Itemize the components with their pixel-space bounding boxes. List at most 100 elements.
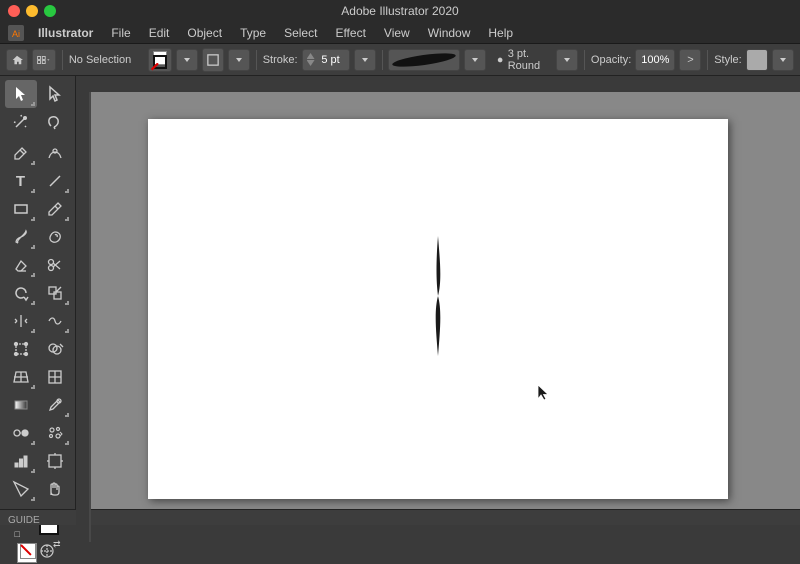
type-icon: T (16, 173, 25, 190)
menu-type[interactable]: Type (232, 24, 274, 42)
selection-tool[interactable] (5, 80, 37, 108)
blend-arrow (31, 441, 35, 445)
stroke-color-selector[interactable] (148, 48, 172, 72)
direct-selection-tool[interactable] (39, 80, 71, 108)
curvature-tool[interactable] (39, 139, 71, 167)
scale-tool[interactable] (39, 279, 71, 307)
menu-effect[interactable]: Effect (327, 24, 373, 42)
perspective-tool[interactable] (5, 363, 37, 391)
appearance-box[interactable] (202, 48, 224, 72)
gradient-tool[interactable] (5, 391, 37, 419)
tool-row-graph (2, 447, 74, 475)
shape-builder-tool[interactable] (39, 335, 71, 363)
app-icon: Ai (8, 25, 24, 41)
round-dropdown[interactable] (556, 49, 578, 71)
mesh-tool[interactable] (39, 363, 71, 391)
stroke-spinners[interactable] (307, 53, 315, 66)
menu-window[interactable]: Window (420, 24, 479, 42)
rotate-tool[interactable] (5, 279, 37, 307)
hand-tool[interactable] (39, 475, 71, 503)
stroke-label: Stroke: (263, 54, 298, 66)
canvas-area[interactable] (76, 92, 800, 525)
opacity-expand: > (687, 54, 693, 66)
menu-help[interactable]: Help (480, 24, 521, 42)
rectangle-tool[interactable] (5, 195, 37, 223)
tool-row-brush (2, 223, 74, 251)
app-title: Adobe Illustrator 2020 (341, 4, 458, 18)
toolbar: T (0, 76, 76, 525)
type-tool[interactable]: T (5, 167, 37, 195)
view-toggle[interactable] (32, 49, 56, 71)
pencil-arrow (65, 217, 69, 221)
tool-row-rect (2, 195, 74, 223)
stroke-value-dropdown[interactable] (354, 49, 376, 71)
paintbrush-tool[interactable] (5, 223, 37, 251)
pencil-tool[interactable] (39, 195, 71, 223)
tool-row-2 (2, 108, 74, 136)
menu-file[interactable]: File (103, 24, 138, 42)
menu-illustrator[interactable]: Illustrator (30, 24, 101, 42)
lasso-tool[interactable] (39, 108, 71, 136)
artboard (148, 119, 728, 499)
swap-colors-icon[interactable]: ⇄ (53, 539, 61, 550)
minimize-button[interactable] (26, 5, 38, 17)
appearance-dropdown[interactable] (228, 49, 250, 71)
opacity-value[interactable]: 100% (635, 49, 675, 71)
tool-row-free (2, 335, 74, 363)
no-selection-label: No Selection (69, 54, 144, 66)
close-button[interactable] (8, 5, 20, 17)
menu-view[interactable]: View (376, 24, 418, 42)
sep1 (62, 50, 63, 70)
ruler-ticks-v (76, 92, 91, 542)
eraser-tool[interactable] (5, 251, 37, 279)
stroke-up[interactable] (307, 53, 315, 59)
cursor-arrow (536, 383, 548, 399)
pen-tool[interactable] (5, 139, 37, 167)
line-arrow (65, 189, 69, 193)
menu-select[interactable]: Select (276, 24, 325, 42)
stroke-value-group: 5 pt (302, 49, 350, 71)
tool-row-transform (2, 279, 74, 307)
slice-arrow (31, 497, 35, 501)
brush-dropdown[interactable] (464, 49, 486, 71)
artboard-tool[interactable] (39, 447, 71, 475)
scale-arrow (65, 301, 69, 305)
stroke-value[interactable]: 5 pt (317, 54, 345, 66)
ruler-vertical (76, 92, 91, 525)
free-transform-tool[interactable] (5, 335, 37, 363)
tool-row-perspective (2, 363, 74, 391)
blob-brush-tool[interactable] (39, 223, 71, 251)
width-tool[interactable] (5, 307, 37, 335)
sep5 (707, 50, 708, 70)
warp-tool[interactable] (39, 307, 71, 335)
eyedrop-arrow (65, 413, 69, 417)
opacity-label: Opacity: (591, 54, 631, 66)
symbol-sprayer-tool[interactable] (39, 419, 71, 447)
status-bar: GUIDE (0, 509, 800, 525)
brush-preview[interactable] (388, 49, 460, 71)
menu-object[interactable]: Object (179, 24, 230, 42)
maximize-button[interactable] (44, 5, 56, 17)
blend-tool[interactable] (5, 419, 37, 447)
round-label: 3 pt. Round (508, 48, 552, 72)
stroke-color-dropdown[interactable] (176, 49, 198, 71)
eyedropper-tool[interactable] (39, 391, 71, 419)
tool-row-gradient (2, 391, 74, 419)
persp-arrow (31, 385, 35, 389)
default-colors-icon[interactable]: □ (15, 529, 20, 539)
column-graph-tool[interactable] (5, 447, 37, 475)
home-button[interactable] (6, 49, 28, 71)
line-tool[interactable] (39, 167, 71, 195)
width-arrow (31, 329, 35, 333)
scissors-tool[interactable] (39, 251, 71, 279)
style-box[interactable] (746, 49, 768, 71)
sep4 (584, 50, 585, 70)
rotate-arrow (31, 301, 35, 305)
slice-tool[interactable] (5, 475, 37, 503)
stroke-down[interactable] (307, 60, 315, 66)
menu-edit[interactable]: Edit (141, 24, 178, 42)
none-icon[interactable] (20, 543, 36, 559)
magic-wand-tool[interactable] (5, 108, 37, 136)
opacity-arrow[interactable]: > (679, 49, 701, 71)
style-dropdown[interactable] (772, 49, 794, 71)
